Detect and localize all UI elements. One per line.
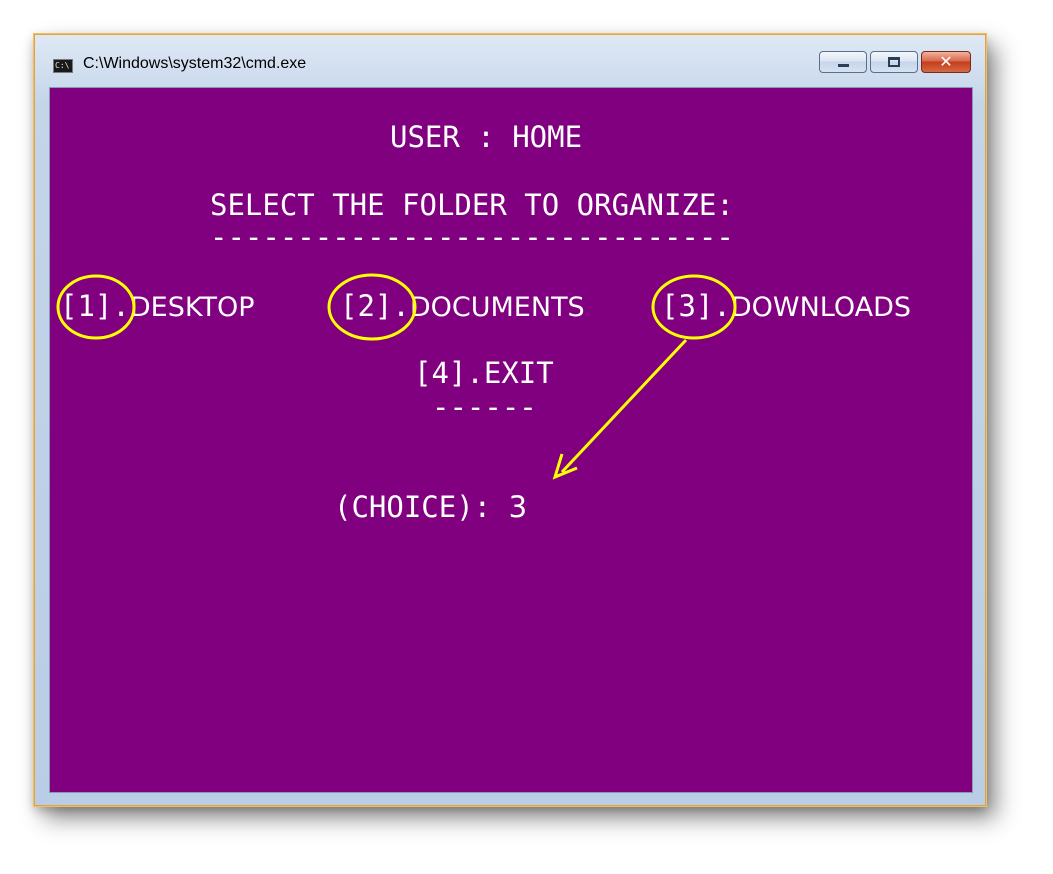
option-key: [3] bbox=[661, 289, 714, 323]
cmd-window: C:\ C:\Windows\system32\cmd.exe ✕ USER :… bbox=[34, 34, 986, 806]
minimize-icon bbox=[838, 64, 849, 67]
option-documents: [2].DOCUMENTS bbox=[340, 289, 585, 325]
maximize-icon bbox=[888, 57, 900, 67]
option-label: EXIT bbox=[483, 356, 554, 390]
prompt-heading: SELECT THE FOLDER TO ORGANIZE: bbox=[210, 188, 734, 222]
console-icon: C:\ bbox=[53, 59, 73, 73]
option-label: DESKTOP bbox=[129, 292, 255, 323]
exit-underline: ------ bbox=[432, 390, 537, 424]
choice-prompt: (CHOICE): bbox=[334, 490, 509, 524]
option-key: [4] bbox=[414, 356, 467, 390]
option-desktop: [1].DESKTOP bbox=[60, 289, 254, 325]
window-title: C:\Windows\system32\cmd.exe bbox=[83, 55, 307, 72]
choice-line: (CHOICE): 3 bbox=[334, 490, 527, 524]
option-separator: . bbox=[392, 289, 410, 323]
option-separator: . bbox=[713, 289, 731, 323]
option-key: [1] bbox=[60, 289, 113, 323]
choice-value: 3 bbox=[508, 490, 528, 524]
user-header: USER : HOME bbox=[390, 120, 583, 154]
arrow-head-icon bbox=[552, 453, 578, 480]
option-label: DOWNLOADS bbox=[730, 292, 912, 323]
console-output[interactable]: USER : HOME SELECT THE FOLDER TO ORGANIZ… bbox=[49, 87, 973, 793]
title-bar[interactable]: C:\ C:\Windows\system32\cmd.exe ✕ bbox=[35, 35, 985, 85]
close-icon: ✕ bbox=[939, 52, 953, 71]
option-separator: . bbox=[466, 356, 484, 390]
close-button[interactable]: ✕ bbox=[921, 51, 971, 73]
option-key: [2] bbox=[340, 289, 393, 323]
minimize-button[interactable] bbox=[819, 51, 867, 73]
option-separator: . bbox=[112, 289, 130, 323]
maximize-button[interactable] bbox=[870, 51, 918, 73]
option-label: DOCUMENTS bbox=[409, 292, 585, 323]
option-downloads: [3].DOWNLOADS bbox=[661, 289, 911, 325]
prompt-underline: ------------------------------ bbox=[210, 220, 734, 254]
caption-buttons: ✕ bbox=[819, 51, 971, 75]
option-exit: [4].EXIT bbox=[414, 356, 554, 390]
arrow-line bbox=[560, 338, 688, 474]
